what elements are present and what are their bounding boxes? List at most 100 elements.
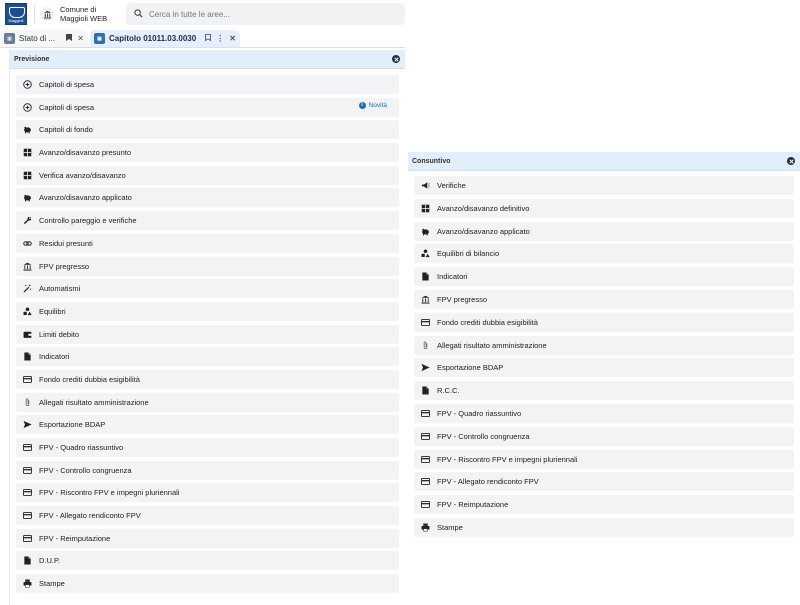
search-box[interactable]	[126, 3, 405, 25]
panel-title: Consuntivo	[412, 157, 451, 165]
previsione-menu-item[interactable]: Capitoli di spesa i Novità	[16, 97, 399, 117]
previsione-menu-item[interactable]: Equilibri	[16, 301, 399, 321]
consuntivo-menu-item[interactable]: Esportazione BDAP	[414, 358, 794, 378]
piggy-bank-icon	[21, 124, 33, 136]
previsione-menu-item[interactable]: Indicatori	[16, 347, 399, 367]
divider	[34, 5, 35, 23]
previsione-menu-item[interactable]: FPV - Quadro riassuntivo	[16, 438, 399, 457]
panel-title: Previsione	[14, 55, 50, 63]
consuntivo-menu-item[interactable]: Allegati risultato amministrazione	[414, 335, 794, 355]
menu-item-label: FPV pregresso	[39, 261, 90, 271]
previsione-menu-item[interactable]: FPV - Reimputazione	[16, 528, 399, 548]
previsione-menu-item[interactable]: Limiti debito	[16, 324, 399, 344]
consuntivo-menu-item[interactable]: Equilibri di bilancio	[414, 244, 794, 264]
tab-label: Capitolo 01011.03.0030	[109, 34, 197, 43]
previsione-menu-item[interactable]: Avanzo/disavanzo applicato	[16, 188, 399, 208]
close-icon[interactable]: ✕	[77, 34, 84, 43]
magic-wand-icon	[21, 283, 33, 295]
menu-item-label: Esportazione BDAP	[39, 420, 106, 430]
menu-item-label: D.U.P.	[39, 556, 61, 566]
consuntivo-menu-item[interactable]: Stampe	[414, 517, 794, 537]
close-circle-icon[interactable]	[392, 55, 400, 63]
shapes-icon	[419, 248, 431, 260]
consuntivo-menu-item[interactable]: FPV - Allegato rendiconto FPV	[414, 472, 794, 492]
consuntivo-menu-item[interactable]: Verifiche	[414, 176, 794, 195]
bookmark-icon[interactable]	[205, 34, 212, 43]
consuntivo-menu-item[interactable]: FPV pregresso	[414, 289, 794, 309]
previsione-menu-item[interactable]: Stampe	[16, 574, 399, 594]
menu-item-label: Controllo pareggio e verifiche	[39, 216, 137, 226]
previsione-menu-item[interactable]: D.U.P.	[16, 551, 399, 571]
menu-item-label: FPV - Allegato rendiconto FPV	[39, 511, 141, 521]
previsione-menu-item[interactable]: Avanzo/disavanzo presunto	[16, 143, 399, 163]
table-icon	[21, 169, 33, 181]
consuntivo-menu-item[interactable]: FPV - Controllo congruenza	[414, 426, 794, 446]
previsione-menu-item[interactable]: Capitoli di spesa	[16, 75, 399, 94]
printer-icon	[419, 521, 431, 533]
more-options-icon[interactable]: ⋮	[216, 34, 224, 43]
piggy-bank-icon	[21, 192, 33, 204]
previsione-menu-item[interactable]: FPV - Controllo congruenza	[16, 460, 399, 480]
credit-card-icon	[21, 442, 33, 454]
bank-icon[interactable]	[40, 7, 54, 21]
close-icon[interactable]: ✕	[229, 34, 236, 43]
previsione-menu-item[interactable]: Controllo pareggio e verifiche	[16, 211, 399, 231]
top-bar: Maggioli Comune di Maggioli WEB	[0, 0, 405, 28]
previsione-menu-item[interactable]: FPV - Allegato rendiconto FPV	[16, 506, 399, 526]
credit-card-icon	[419, 430, 431, 442]
menu-item-label: Avanzo/disavanzo presunto	[39, 148, 132, 158]
menu-item-label: Avanzo/disavanzo applicato	[437, 226, 530, 236]
consuntivo-menu-item[interactable]: Fondo crediti dubbia esigibilità	[414, 312, 794, 332]
credit-card-icon	[21, 464, 33, 476]
file-icon	[21, 555, 33, 567]
bookmark-icon[interactable]	[66, 34, 73, 43]
tab-capitolo[interactable]: ▣ Capitolo 01011.03.0030 ⋮ ✕	[90, 30, 240, 47]
consuntivo-menu-item[interactable]: Avanzo/disavanzo applicato	[414, 221, 794, 241]
previsione-menu-item[interactable]: Verifica avanzo/disavanzo	[16, 165, 399, 185]
menu-item-label: FPV - Controllo congruenza	[437, 431, 530, 441]
wallet-icon	[21, 328, 33, 340]
credit-card-icon	[21, 532, 33, 544]
menu-item-label: Capitoli di spesa	[39, 102, 95, 112]
menu-item-label: Verifiche	[437, 181, 466, 190]
piggy-bank-icon	[419, 225, 431, 237]
panel-header: Previsione	[10, 50, 405, 69]
consuntivo-menu-item[interactable]: FPV - Riscontro FPV e impegni pluriennal…	[414, 449, 794, 469]
ente-name[interactable]: Comune di Maggioli WEB	[60, 5, 122, 23]
menu-item-label: FPV - Reimputazione	[39, 533, 111, 543]
consuntivo-menu-item[interactable]: FPV - Reimputazione	[414, 495, 794, 515]
search-input[interactable]	[149, 9, 369, 19]
megaphone-icon	[419, 180, 431, 192]
menu-item-label: Avanzo/disavanzo definitivo	[437, 203, 530, 213]
tab-stato[interactable]: ▦ Stato di ... ✕	[0, 30, 88, 47]
consuntivo-menu-item[interactable]: R.C.C.	[414, 381, 794, 401]
credit-card-icon	[419, 453, 431, 465]
menu-item-label: Equilibri	[39, 306, 66, 316]
send-icon	[21, 419, 33, 431]
credit-card-icon	[21, 487, 33, 499]
menu-item-label: Equilibri di bilancio	[437, 249, 500, 259]
menu-item-label: FPV - Controllo congruenza	[39, 465, 132, 475]
menu-item-label: Avanzo/disavanzo applicato	[39, 193, 132, 203]
info-icon: i	[358, 101, 366, 109]
consuntivo-menu-item[interactable]: Avanzo/disavanzo definitivo	[414, 198, 794, 218]
menu-item-label: FPV - Quadro riassuntivo	[39, 443, 124, 452]
menu-item-label: Stampe	[39, 579, 65, 589]
consuntivo-menu-item[interactable]: Indicatori	[414, 267, 794, 287]
tab-label: Stato di ...	[19, 34, 56, 43]
previsione-menu-item[interactable]: FPV pregresso	[16, 256, 399, 276]
previsione-menu-item[interactable]: FPV - Riscontro FPV e impegni pluriennal…	[16, 483, 399, 503]
previsione-menu-item[interactable]: Allegati risultato amministrazione	[16, 392, 399, 412]
previsione-menu-item[interactable]: Fondo crediti dubbia esigibilità	[16, 369, 399, 389]
consuntivo-menu-item[interactable]: FPV - Quadro riassuntivo	[414, 403, 794, 423]
shapes-icon	[21, 305, 33, 317]
maggioli-logo[interactable]: Maggioli	[5, 3, 27, 25]
previsione-menu-item[interactable]: Automatismi	[16, 279, 399, 299]
close-circle-icon[interactable]	[787, 157, 795, 165]
menu-item-label: R.C.C.	[437, 386, 460, 396]
previsione-menu-item[interactable]: Capitoli di fondo	[16, 120, 399, 140]
previsione-menu-item[interactable]: Residui presunti	[16, 233, 399, 253]
previsione-menu-item[interactable]: Esportazione BDAP	[16, 415, 399, 435]
search-icon	[134, 8, 143, 20]
table-icon	[419, 202, 431, 214]
